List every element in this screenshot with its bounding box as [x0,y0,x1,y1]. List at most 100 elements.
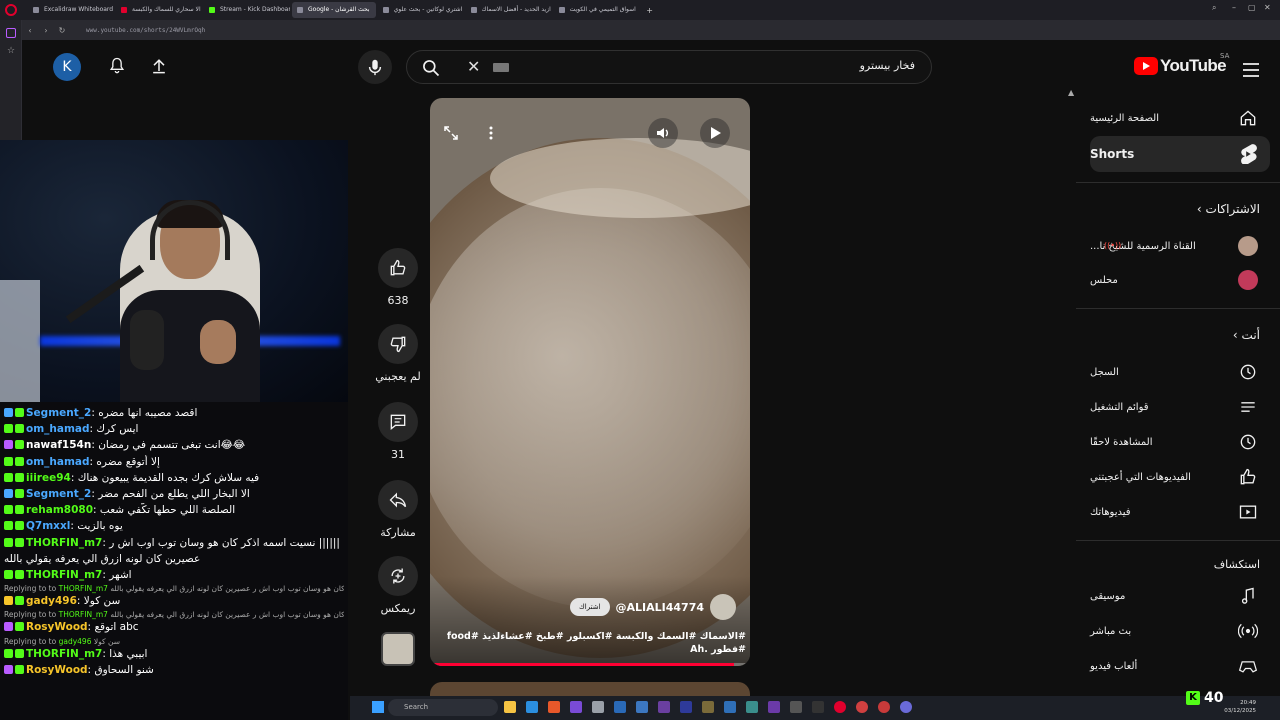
app-icon[interactable] [878,701,890,713]
taskbar-search[interactable]: Search [388,699,498,716]
premiere-icon[interactable] [768,701,780,713]
dislike-action[interactable]: لم يعجبني [375,324,421,383]
subscription-item[interactable]: القناة الرسمية للشيخ نا... ((•)) [1090,228,1270,264]
guide-item-watch-later[interactable]: المشاهدة لاحقًا [1090,424,1270,460]
subscription-item[interactable]: محلس [1090,262,1270,298]
scroll-up-icon[interactable]: ▲ [1068,88,1074,97]
vscode-icon[interactable] [526,701,538,713]
chat-username[interactable]: THORFIN_m7 [26,648,102,660]
subscribe-button[interactable]: اشتراك [570,598,610,616]
visual-studio-icon[interactable] [570,701,582,713]
chat-username[interactable]: gady496 [26,595,77,607]
new-tab-button[interactable]: + [642,6,658,15]
remix-icon[interactable] [378,556,418,596]
discord-icon[interactable] [900,701,912,713]
fullscreen-icon[interactable] [436,118,466,148]
chat-username[interactable]: THORFIN_m7 [26,537,102,549]
search-tabs-icon[interactable]: ⌕ [1212,3,1216,13]
brave-icon[interactable] [548,701,560,713]
app-icon[interactable] [856,701,868,713]
sound-thumbnail[interactable] [381,632,415,666]
guide-item-your-videos[interactable]: فيديوهاتك [1090,494,1270,530]
more-options-icon[interactable] [476,118,506,148]
channel-handle[interactable]: @ALIALI44774 [616,601,705,614]
hamburger-menu-icon[interactable] [1236,55,1266,85]
shorts-player[interactable]: اشتراك @ALIALI44774 #الاسماك #السمك والك… [430,98,750,666]
voice-search-button[interactable] [358,50,392,84]
share-action[interactable]: مشاركة [378,480,418,539]
taskbar-clock[interactable]: 20:49 03/12/2025 [1224,699,1256,715]
browser-tab[interactable]: اشتري لوكاتين - بحث علوي [378,2,464,18]
chat-username[interactable]: Q7mxxl [26,520,70,532]
search-box[interactable]: ✕ فخار بيسترو [406,50,932,84]
forward-icon[interactable]: › [38,26,54,35]
chat-username[interactable]: THORFIN_m7 [26,569,102,581]
opera-logo-icon[interactable] [5,4,17,16]
guide-item-gaming[interactable]: ألعاب فيديو [1090,648,1270,684]
home-icon[interactable] [6,28,16,38]
search-input[interactable]: فخار بيسترو [860,59,915,72]
browser-tab[interactable]: Google - بحث القرشان [292,2,376,18]
guide-item-history[interactable]: السجل [1090,354,1270,390]
chat-username[interactable]: Segment_2 [26,488,91,500]
chat-username[interactable]: reham8080 [26,504,93,516]
upload-icon[interactable] [144,51,174,81]
chat-username[interactable]: om_hamad [26,456,90,468]
comment-icon[interactable] [378,402,418,442]
browser-tab[interactable]: اسواق التميمي في الكويت [554,2,640,18]
app-icon[interactable] [702,701,714,713]
you-header[interactable]: أنت › [1233,328,1260,342]
minimize-icon[interactable]: – [1232,3,1236,12]
channel-avatar[interactable] [710,594,736,620]
guide-item-shorts[interactable]: Shorts [1090,136,1270,172]
app-icon[interactable] [812,701,824,713]
account-avatar[interactable]: K [53,53,81,81]
comments-action[interactable]: 31 [378,402,418,461]
browser-tab[interactable]: الا سحاري للسماك والكبسة [116,2,202,18]
maximize-icon[interactable]: ▢ [1248,3,1256,12]
guide-item-liked-videos[interactable]: الفيديوهات التي أعجبتني [1090,459,1270,495]
reload-icon[interactable]: ↻ [54,26,70,35]
guide-item-playlists[interactable]: قوائم التشغيل [1090,389,1270,425]
progress-bar[interactable] [430,663,750,666]
notifications-bell-icon[interactable] [102,51,132,81]
youtube-logo[interactable]: YouTube SA [1134,52,1229,76]
url-field[interactable]: www.youtube.com/shorts/24WVLmrOqh [86,27,205,34]
after-effects-icon[interactable] [658,701,670,713]
back-icon[interactable]: ‹ [22,26,38,35]
browser-tab[interactable]: كيف ازيد الحديد - أفضل الاسماك [466,2,552,18]
windows-start-icon[interactable] [372,701,384,713]
volume-icon[interactable] [648,118,678,148]
chat-username[interactable]: Segment_2 [26,407,91,419]
guide-item-home[interactable]: الصفحة الرئيسية [1090,100,1270,136]
play-icon[interactable] [700,118,730,148]
subscriptions-header[interactable]: الاشتراكات › [1197,202,1260,216]
media-encoder-icon[interactable] [680,701,692,713]
chat-username[interactable]: RosyWood [26,664,88,676]
browser-tab[interactable]: Stream - Kick Dashboard [204,2,290,18]
keyboard-icon[interactable] [493,63,509,72]
thumbs-up-icon[interactable] [378,248,418,288]
chat-username[interactable]: nawaf154n [26,439,91,451]
like-action[interactable]: 638 [378,248,418,307]
app-icon[interactable] [636,701,648,713]
star-icon[interactable]: ☆ [7,46,15,56]
video-caption[interactable]: #الاسماك #السمك والكبسة #اكسبلور #طبخ #ع… [434,630,746,656]
close-window-icon[interactable]: ✕ [1264,3,1271,12]
remix-action[interactable]: ريمكس [378,556,418,615]
search-icon[interactable] [421,58,441,82]
opera-icon[interactable] [834,701,846,713]
chat-username[interactable]: iiiree94 [26,472,71,484]
app-icon[interactable] [724,701,736,713]
calculator-icon[interactable] [592,701,604,713]
chat-username[interactable]: om_hamad [26,423,90,435]
share-icon[interactable] [378,480,418,520]
browser-tab[interactable]: Excalidraw Whiteboard [28,2,114,18]
app-icon[interactable] [790,701,802,713]
file-explorer-icon[interactable] [504,701,516,713]
guide-item-music[interactable]: موسيقى [1090,578,1270,614]
app-icon[interactable] [746,701,758,713]
chat-username[interactable]: RosyWood [26,621,88,633]
thumbs-down-icon[interactable] [378,324,418,364]
clear-search-icon[interactable]: ✕ [467,57,480,76]
